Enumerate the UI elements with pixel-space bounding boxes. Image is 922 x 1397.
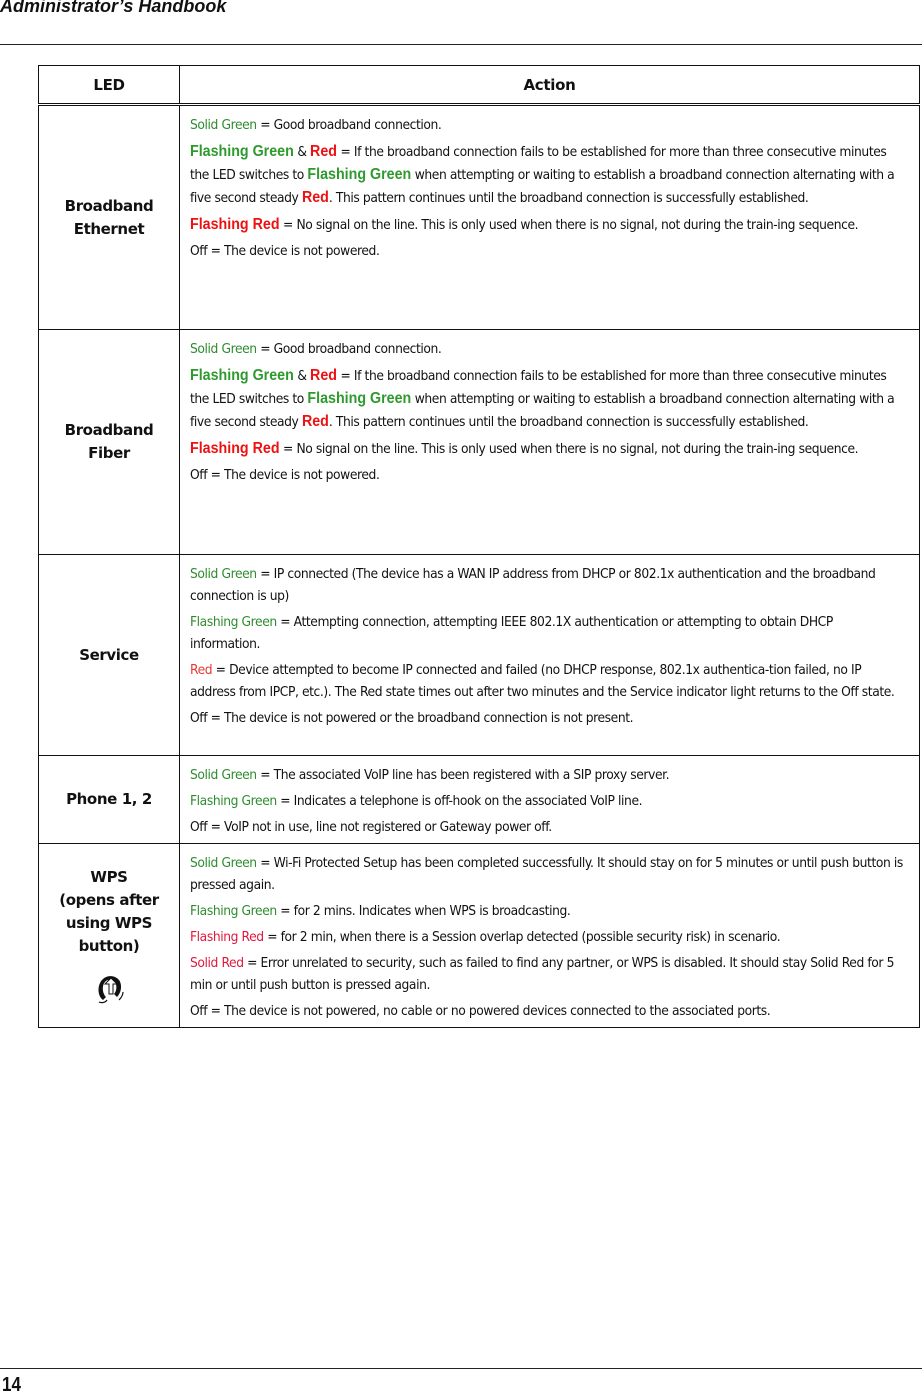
- action-description: Flashing Green & Red = If the broadband …: [190, 365, 904, 434]
- action-description: Flashing Red = No signal on the line. Th…: [190, 438, 904, 461]
- footer-rule: [0, 1368, 922, 1369]
- column-header-led: LED: [38, 65, 180, 106]
- action-text: = No signal on the line. This is only us…: [279, 442, 859, 457]
- running-header-title: Administrator’s Handbook: [0, 0, 227, 16]
- column-header-action: Action: [179, 65, 920, 106]
- action-text: &: [293, 369, 311, 384]
- state-keyword: Red: [190, 663, 213, 678]
- action-description: Flashing Green = Indicates a telephone i…: [190, 791, 904, 813]
- state-keyword: Red: [301, 413, 329, 430]
- wps-icon: [98, 975, 124, 1003]
- action-description: Off = The device is not powered or the b…: [190, 708, 904, 730]
- led-name-line: button): [78, 936, 140, 955]
- state-keyword: Solid Green: [190, 856, 257, 871]
- led-name-line: Fiber: [88, 444, 130, 462]
- action-description: Red = Device attempted to become IP conn…: [190, 660, 904, 704]
- state-keyword: Red: [310, 143, 337, 160]
- action-text: . This pattern continues until the broad…: [328, 415, 809, 430]
- action-description: Off = VoIP not in use, line not register…: [190, 817, 904, 839]
- action-text: = Device attempted to become IP connecte…: [190, 663, 895, 700]
- state-keyword: Solid Red: [190, 956, 244, 971]
- action-description: Solid Green = Wi-Fi Protected Setup has …: [190, 853, 904, 897]
- led-name-line: Broadband: [64, 421, 154, 439]
- action-description: Off = The device is not powered.: [190, 465, 904, 487]
- action-text: Off = VoIP not in use, line not register…: [190, 820, 552, 835]
- action-text: = Good broadband connection.: [256, 118, 442, 133]
- action-text: &: [293, 145, 311, 160]
- state-keyword: Flashing Green: [190, 615, 277, 630]
- table-row: Service Solid Green = IP connected (The d…: [38, 554, 920, 756]
- state-keyword: Flashing Green: [190, 143, 294, 160]
- led-table: LED Action Broadband Ethernet Solid Green …: [38, 65, 920, 1028]
- action-description: Solid Red = Error unrelated to security,…: [190, 953, 904, 997]
- led-action-cell: Solid Green = The associated VoIP line h…: [179, 755, 920, 844]
- state-keyword: Solid Green: [190, 118, 257, 133]
- action-text: = for 2 mins. Indicates when WPS is broa…: [276, 904, 571, 919]
- state-keyword: Flashing Red: [190, 216, 280, 233]
- action-description: Flashing Green = Attempting connection, …: [190, 612, 904, 656]
- table-header-row: LED Action: [38, 65, 920, 106]
- action-description: Off = The device is not powered.: [190, 241, 904, 263]
- header-rule: [0, 44, 922, 45]
- action-description: Solid Green = The associated VoIP line h…: [190, 765, 904, 787]
- led-name-line: Broadband: [64, 196, 154, 215]
- state-keyword: Flashing Green: [190, 367, 294, 384]
- led-name-line: Ethernet: [73, 219, 145, 238]
- state-keyword: Solid Green: [190, 567, 257, 582]
- action-text: Off = The device is not powered or the b…: [190, 711, 634, 726]
- led-name-cell: Broadband Ethernet: [38, 104, 180, 330]
- action-description: Flashing Green = for 2 mins. Indicates w…: [190, 901, 904, 923]
- led-action-cell: Solid Green = IP connected (The device h…: [179, 554, 920, 756]
- state-keyword: Solid Green: [190, 768, 257, 783]
- state-keyword: Flashing Green: [307, 390, 412, 407]
- action-text: = No signal on the line. This is only us…: [279, 218, 859, 233]
- led-action-cell: Solid Green = Good broadband connection.…: [179, 329, 920, 555]
- action-text: = Wi-Fi Protected Setup has been complet…: [190, 856, 903, 893]
- state-keyword: Flashing Red: [190, 440, 280, 457]
- action-text: . This pattern continues until the broad…: [328, 191, 809, 206]
- state-keyword: Solid Green: [190, 342, 257, 357]
- state-keyword: Flashing Green: [190, 904, 277, 919]
- action-text: = Indicates a telephone is off-hook on t…: [276, 794, 643, 809]
- led-name-line: (opens after: [59, 890, 159, 909]
- action-text: = IP connected (The device has a WAN IP …: [190, 567, 876, 604]
- led-name-cell: Broadband Fiber: [38, 329, 180, 555]
- action-text: = Good broadband connection.: [256, 342, 442, 357]
- state-keyword: Red: [310, 367, 337, 384]
- action-text: = Error unrelated to security, such as f…: [190, 956, 895, 993]
- page-number: 14: [2, 1374, 21, 1396]
- state-keyword: Flashing Green: [307, 166, 412, 183]
- table-row: Phone 1, 2 Solid Green = The associated V…: [38, 755, 920, 844]
- action-text: = The associated VoIP line has been regi…: [256, 768, 670, 783]
- state-keyword: Flashing Green: [190, 794, 277, 809]
- action-description: Flashing Red = No signal on the line. Th…: [190, 214, 904, 237]
- state-keyword: Flashing Red: [190, 930, 264, 945]
- led-name-cell: Phone 1, 2: [38, 755, 180, 844]
- action-description: Off = The device is not powered, no cabl…: [190, 1001, 904, 1023]
- led-name-line: Service: [79, 645, 139, 664]
- action-description: Flashing Green & Red = If the broadband …: [190, 141, 904, 210]
- led-action-cell: Solid Green = Good broadband connection.…: [179, 104, 920, 330]
- led-name-line: WPS: [90, 867, 128, 886]
- action-text: = for 2 min, when there is a Session ove…: [263, 930, 781, 945]
- action-text: = Attempting connection, attempting IEEE…: [190, 615, 833, 652]
- action-text: Off = The device is not powered, no cabl…: [190, 1004, 771, 1019]
- led-name-line: using WPS: [65, 913, 153, 932]
- table-row: Broadband Ethernet Solid Green = Good broa…: [38, 104, 920, 330]
- led-name-line: Phone 1, 2: [66, 790, 152, 808]
- action-description: Solid Green = IP connected (The device h…: [190, 564, 904, 608]
- action-text: Off = The device is not powered.: [190, 244, 380, 259]
- led-name-cell: Service: [38, 554, 180, 756]
- action-description: Solid Green = Good broadband connection.: [190, 115, 904, 137]
- action-description: Flashing Red = for 2 min, when there is …: [190, 927, 904, 949]
- state-keyword: Red: [301, 189, 329, 206]
- led-name-cell: WPS (opens after using WPS button): [38, 843, 180, 1028]
- action-text: Off = The device is not powered.: [190, 468, 380, 483]
- action-description: Solid Green = Good broadband connection.: [190, 339, 904, 361]
- table-row: WPS (opens after using WPS button) Solid Gre…: [38, 843, 920, 1028]
- table-row: Broadband Fiber Solid Green = Good broadba…: [38, 329, 920, 555]
- table-body: Broadband Ethernet Solid Green = Good broa…: [38, 104, 920, 1028]
- led-action-cell: Solid Green = Wi-Fi Protected Setup has …: [179, 843, 920, 1028]
